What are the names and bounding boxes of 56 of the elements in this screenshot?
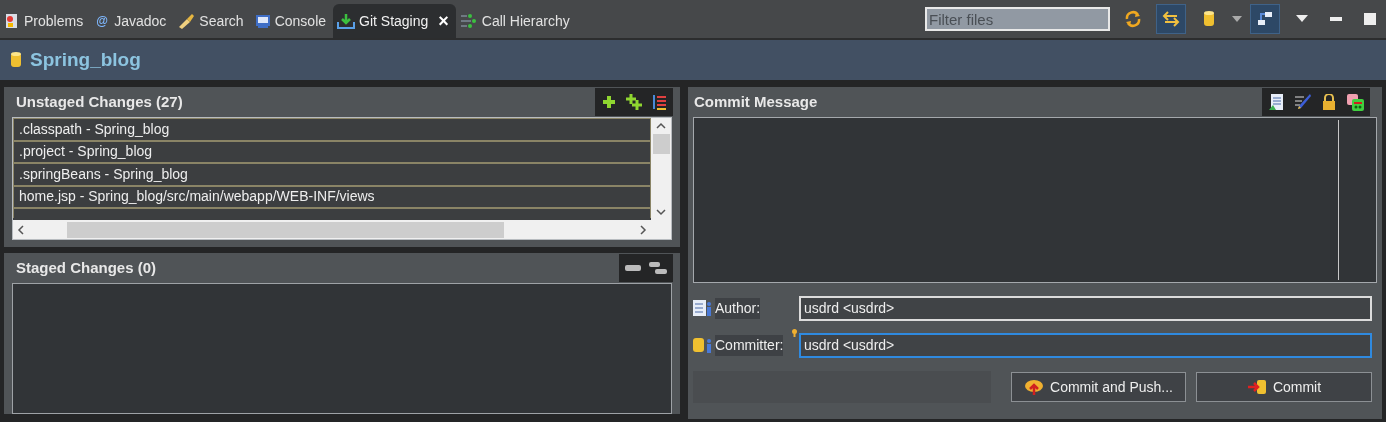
- person-document-icon: [693, 299, 713, 317]
- scroll-thumb[interactable]: [652, 134, 670, 154]
- document-icon[interactable]: [1268, 93, 1284, 111]
- hint-bulb-icon: [792, 328, 797, 337]
- committer-label: Committer:: [715, 334, 784, 356]
- double-plus-icon[interactable]: [625, 93, 643, 111]
- cloud-upload-icon: [1024, 378, 1045, 396]
- horizontal-scrollbar[interactable]: [13, 220, 671, 239]
- section-title: Staged Changes (0): [16, 257, 157, 278]
- section-title: Commit Message: [694, 91, 818, 112]
- commit-and-push-button[interactable]: Commit and Push...: [1011, 372, 1186, 402]
- pen-icon[interactable]: [1294, 93, 1312, 111]
- double-minus-icon[interactable]: [649, 262, 667, 274]
- plus-icon[interactable]: [601, 94, 617, 110]
- swap-arrows-icon: [1162, 10, 1180, 28]
- author-label: Author:: [715, 297, 761, 319]
- toolbar-button[interactable]: [1156, 4, 1186, 34]
- commit-message-field[interactable]: [693, 117, 1377, 283]
- commit-arrow-icon: [1246, 379, 1267, 395]
- author-field[interactable]: usdrd <usdrd>: [799, 295, 1372, 321]
- console-icon: [254, 13, 271, 29]
- file-row[interactable]: .springBeans - Spring_blog: [13, 163, 651, 186]
- cylinder-icon: [1202, 10, 1216, 28]
- person-cylinder-icon: [693, 336, 713, 354]
- file-row[interactable]: home.jsp - Spring_blog/src/main/webapp/WEB-INF/views: [13, 185, 651, 208]
- view-menu-icon[interactable]: [1296, 15, 1308, 23]
- partial-file-row[interactable]: [13, 208, 651, 218]
- close-button[interactable]: ×: [438, 12, 449, 30]
- refresh-arrows-icon: [1124, 10, 1142, 28]
- view-tab[interactable]: Call Hierarchy: [455, 4, 577, 38]
- filter-field[interactable]: Filter files: [925, 7, 1110, 31]
- sort-list-icon[interactable]: [651, 94, 667, 110]
- cylinder-icon: [10, 51, 22, 69]
- compare-icon[interactable]: [1346, 93, 1364, 111]
- commit-button[interactable]: Commit: [1196, 372, 1372, 402]
- lock-icon[interactable]: [1322, 94, 1336, 110]
- toolbar-button[interactable]: [1250, 4, 1280, 34]
- view-tab[interactable]: Console: [250, 4, 334, 38]
- committer-field[interactable]: usdrd <usdrd>: [799, 332, 1372, 358]
- download-tray-icon: [337, 13, 356, 29]
- layout-icon: [1256, 10, 1274, 28]
- at-icon: @: [94, 12, 111, 30]
- view-tab[interactable]: Search: [173, 4, 251, 38]
- view-tab[interactable]: Problems: [0, 4, 91, 38]
- hierarchy-icon: [459, 13, 478, 29]
- view-tab[interactable]: @ Javadoc: [90, 4, 174, 38]
- file-row[interactable]: .classpath - Spring_blog: [13, 118, 651, 141]
- file-row[interactable]: .project - Spring_blog: [13, 140, 651, 163]
- problems-icon: [4, 13, 20, 29]
- dropdown-caret-icon[interactable]: [1232, 16, 1242, 22]
- section-title: Unstaged Changes (27): [16, 91, 183, 112]
- minus-icon[interactable]: [625, 264, 641, 272]
- scroll-thumb[interactable]: [67, 221, 504, 238]
- vertical-scrollbar[interactable]: [651, 118, 671, 220]
- repository-name: Spring_blog: [30, 47, 141, 72]
- view-tab[interactable]: Git Staging ×: [333, 4, 456, 38]
